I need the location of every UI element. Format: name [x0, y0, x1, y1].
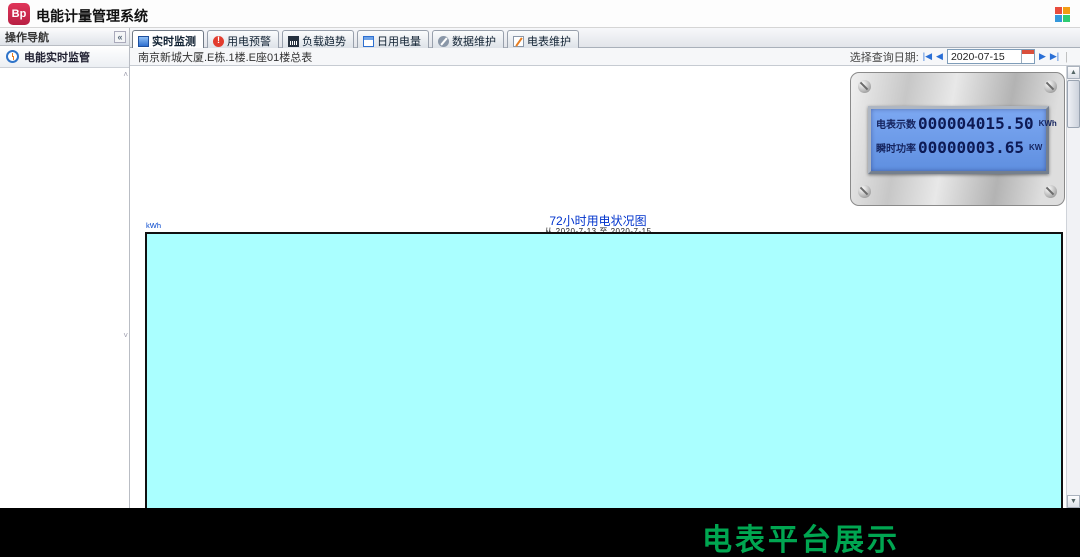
tab-load-trend[interactable]: 负载趋势 — [282, 30, 354, 48]
trend-icon — [288, 36, 299, 47]
last-day-button[interactable]: ▶| — [1050, 51, 1059, 62]
tab-meter-maintenance[interactable]: 电表维护 — [507, 30, 579, 48]
lcd-reading-label: 电表示数 — [876, 116, 918, 131]
tab-data-maintenance[interactable]: 数据维护 — [432, 30, 504, 48]
lcd-power-label: 瞬时功率 — [876, 140, 918, 155]
lcd-reading-unit: KWh — [1039, 119, 1057, 128]
app-header: Bp 电能计量管理系统 — [0, 0, 1080, 28]
screw-icon — [858, 80, 871, 93]
tab-label: 日用电量 — [377, 36, 421, 48]
chart-plot-area — [145, 232, 1063, 508]
monitor-icon — [138, 36, 149, 47]
tab-label: 用电预警 — [227, 36, 271, 48]
tab-label: 实时监测 — [152, 36, 196, 48]
scrollbar-thumb[interactable] — [1067, 80, 1080, 128]
scroll-down-icon[interactable]: ▼ — [1067, 495, 1080, 508]
theme-grid-icon[interactable] — [1055, 7, 1070, 22]
sidebar: 操作导航 « 电能实时监管 ˄ ˅ — [0, 28, 130, 508]
sidebar-menu — [0, 340, 129, 508]
sidebar-collapse-button[interactable]: « — [114, 31, 126, 43]
sidebar-section-realtime[interactable]: 电能实时监管 — [0, 46, 129, 68]
scroll-up-icon[interactable]: ▲ — [1067, 66, 1080, 79]
lcd-screen: 电表示数 000004015.50 KWh 瞬时功率 00000003.65 K… — [868, 106, 1049, 174]
lcd-reading-value: 000004015.50 — [918, 114, 1034, 133]
sidebar-header: 操作导航 « — [0, 28, 129, 46]
toolbar-separator: | — [1065, 51, 1068, 63]
tab-label: 电表维护 — [527, 36, 571, 48]
tab-bar: 实时监测 用电预警 负载趋势 日用电量 数据维护 电表维护 — [130, 28, 1080, 48]
next-day-button[interactable]: ▶ — [1039, 51, 1046, 62]
vertical-scrollbar[interactable]: ▲ ▼ — [1066, 66, 1080, 508]
tab-label: 数据维护 — [452, 36, 496, 48]
sidebar-title: 操作导航 — [5, 29, 49, 45]
date-label: 选择查询日期: — [850, 49, 919, 65]
usage-chart: 72小时用电状况图 从 2020-7-13 至 2020-7-15 kWh — [130, 208, 1066, 508]
screw-icon — [1044, 80, 1057, 93]
tab-realtime-monitor[interactable]: 实时监测 — [132, 30, 204, 48]
lcd-power-value: 00000003.65 — [918, 138, 1024, 157]
tree-scroll-down-icon[interactable]: ˅ — [123, 331, 128, 340]
prev-day-button[interactable]: ◀ — [936, 51, 943, 62]
screw-icon — [858, 185, 871, 198]
tab-daily-power[interactable]: 日用电量 — [357, 30, 429, 48]
tree-scroll-up-icon[interactable]: ˄ — [123, 70, 128, 79]
warning-icon — [213, 36, 224, 47]
app-logo-icon: Bp — [8, 3, 30, 25]
breadcrumb-bar: 南京新城大厦.E栋.1楼.E座01楼总表 选择查询日期: |◀ ◀ ▶ ▶| | — [130, 48, 1080, 66]
breadcrumb: 南京新城大厦.E栋.1楼.E座01楼总表 — [138, 49, 312, 65]
y-axis-label: kWh — [146, 221, 161, 230]
calendar-icon — [363, 36, 374, 47]
org-tree: ˄ ˅ — [0, 70, 129, 340]
lcd-meter-panel: 电表示数 000004015.50 KWh 瞬时功率 00000003.65 K… — [850, 72, 1065, 206]
screw-icon — [1044, 185, 1057, 198]
main-content: 电表示数 000004015.50 KWh 瞬时功率 00000003.65 K… — [130, 66, 1080, 508]
date-toolbar: 选择查询日期: |◀ ◀ ▶ ▶| | — [850, 49, 1074, 65]
tab-label: 负载趋势 — [302, 36, 346, 48]
edit-icon — [513, 36, 524, 47]
footer-caption: 电表平台展示 — [702, 515, 900, 557]
footer-band: 电表平台展示 — [0, 508, 1080, 557]
first-day-button[interactable]: |◀ — [923, 51, 932, 62]
app-title: 电能计量管理系统 — [36, 6, 148, 26]
wrench-icon — [438, 36, 449, 47]
calendar-picker-icon[interactable] — [1021, 50, 1034, 63]
tab-power-warning[interactable]: 用电预警 — [207, 30, 279, 48]
sidebar-section-label: 电能实时监管 — [24, 49, 90, 65]
lcd-power-unit: KW — [1029, 143, 1042, 152]
clock-icon — [6, 50, 19, 63]
